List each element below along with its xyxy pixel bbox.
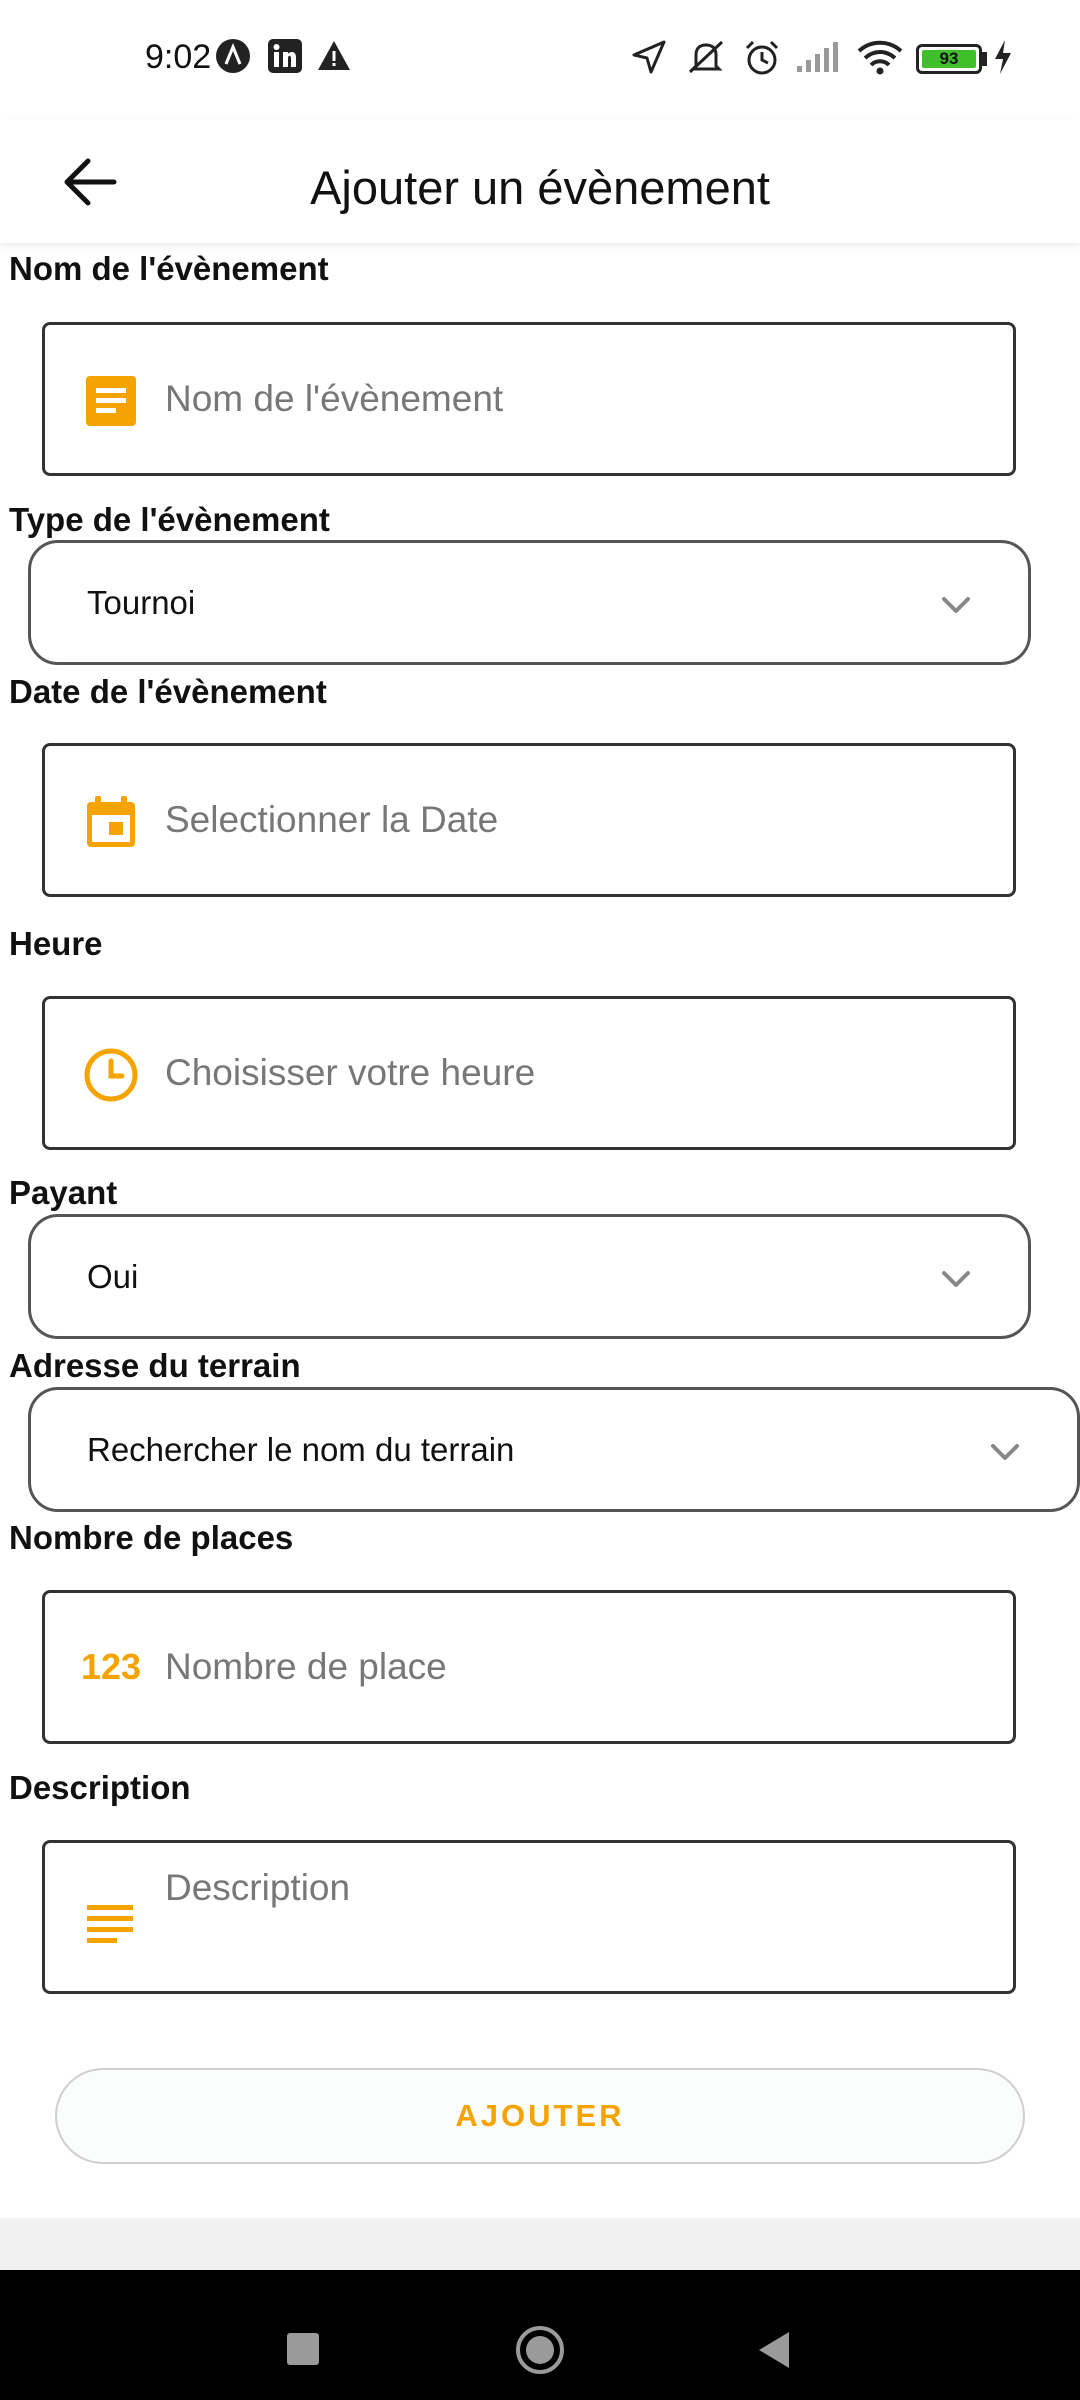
- add-button[interactable]: AJOUTER: [55, 2068, 1025, 2164]
- battery-tip: [982, 52, 987, 66]
- description-placeholder: Description: [165, 1867, 351, 1908]
- address-select[interactable]: Rechercher le nom du terrain: [28, 1387, 1080, 1512]
- app-notification-icon: [216, 39, 250, 73]
- status-bar: 9:02 93: [0, 0, 1080, 120]
- battery-icon: 93: [916, 44, 982, 74]
- calendar-icon: [87, 796, 135, 847]
- wifi-icon: [857, 40, 903, 75]
- event-type-select[interactable]: Tournoi: [28, 540, 1031, 665]
- clock-icon: [84, 1048, 138, 1102]
- event-date-placeholder: Selectionner la Date: [165, 799, 499, 840]
- status-time: 9:02: [145, 38, 212, 76]
- description-field[interactable]: Description: [42, 1840, 1016, 1994]
- document-icon: [86, 376, 136, 426]
- warning-icon: [318, 41, 350, 70]
- paid-select[interactable]: Oui: [28, 1214, 1031, 1339]
- event-type-label: Type de l'évènement: [9, 501, 330, 538]
- places-field[interactable]: 123 Nombre de place: [42, 1590, 1016, 1744]
- description-label: Description: [9, 1769, 191, 1806]
- chevron-down-icon: [991, 1444, 1019, 1460]
- battery-level: 93: [922, 49, 976, 68]
- recents-button[interactable]: [287, 2333, 319, 2365]
- notes-icon: [87, 1905, 133, 1943]
- page-title: Ajouter un évènement: [310, 161, 770, 214]
- paid-label: Payant: [9, 1174, 118, 1211]
- chevron-down-icon: [942, 1271, 970, 1287]
- signal-icon: [797, 42, 838, 72]
- footer-area: [0, 2218, 1080, 2270]
- linkedin-icon: [268, 39, 302, 73]
- address-value: Rechercher le nom du terrain: [87, 1430, 515, 1468]
- event-name-label: Nom de l'évènement: [9, 250, 329, 287]
- muted-bell-icon: [688, 40, 724, 74]
- event-date-label: Date de l'évènement: [9, 673, 327, 710]
- time-field[interactable]: Choisisser votre heure: [42, 996, 1016, 1150]
- back-button[interactable]: [755, 2330, 791, 2370]
- event-name-placeholder: Nom de l'évènement: [165, 378, 504, 419]
- system-nav-bar: [0, 2270, 1080, 2400]
- time-label: Heure: [9, 925, 103, 962]
- charging-icon: [995, 40, 1011, 74]
- location-arrow-icon: [632, 40, 666, 74]
- address-label: Adresse du terrain: [9, 1347, 301, 1384]
- home-button[interactable]: [515, 2325, 565, 2375]
- event-date-field[interactable]: Selectionner la Date: [42, 743, 1016, 897]
- numbers-icon: 123: [81, 1646, 142, 1687]
- alarm-icon: [745, 40, 779, 75]
- places-placeholder: Nombre de place: [165, 1646, 447, 1687]
- chevron-down-icon: [942, 597, 970, 613]
- time-placeholder: Choisisser votre heure: [165, 1052, 536, 1093]
- places-label: Nombre de places: [9, 1519, 294, 1556]
- event-type-value: Tournoi: [87, 583, 196, 621]
- paid-value: Oui: [87, 1257, 139, 1295]
- app-header: Ajouter un évènement: [0, 120, 1080, 243]
- event-name-field[interactable]: Nom de l'évènement: [42, 322, 1016, 476]
